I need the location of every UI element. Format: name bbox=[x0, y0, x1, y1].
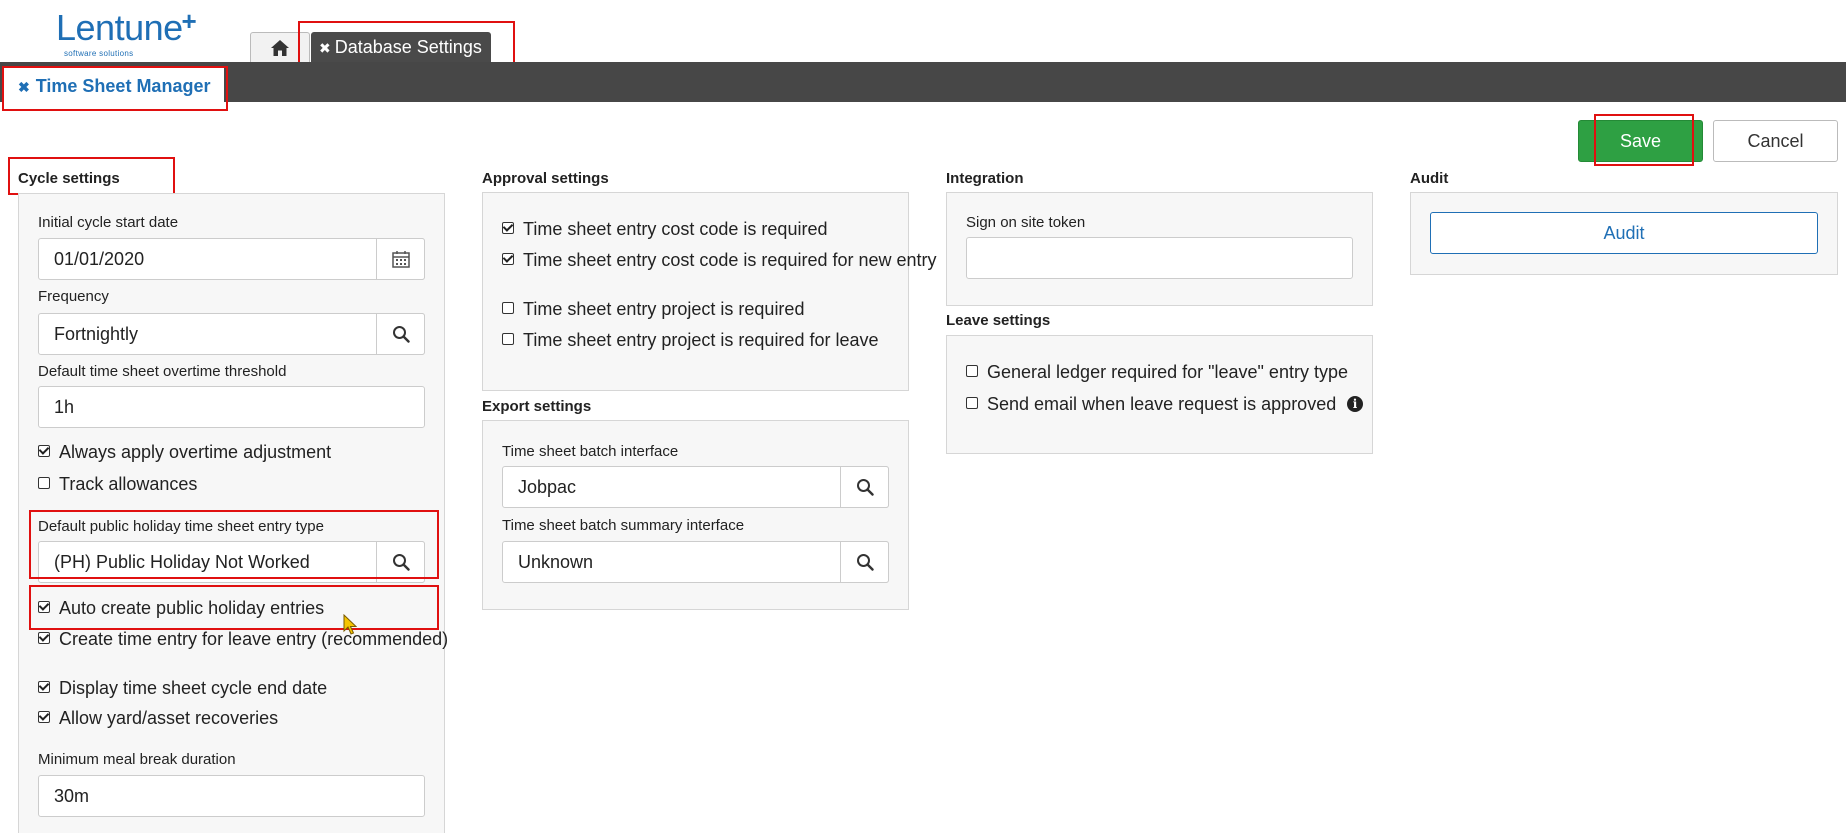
meal-break-value: 30m bbox=[54, 786, 90, 806]
checkbox-checked-icon bbox=[38, 445, 50, 458]
auto-create-checkbox[interactable]: Auto create public holiday entries bbox=[38, 597, 324, 619]
checkbox-checked-icon bbox=[38, 632, 50, 645]
brand-tagline: software solutions bbox=[64, 49, 134, 58]
home-icon bbox=[271, 40, 289, 56]
track-allowances-checkbox[interactable]: Track allowances bbox=[38, 473, 197, 495]
cycle-settings-title: Cycle settings bbox=[18, 170, 120, 187]
close-icon[interactable]: ✖ bbox=[319, 40, 331, 56]
frequency-input[interactable]: Fortnightly bbox=[38, 313, 425, 355]
checkbox-checked-icon bbox=[38, 681, 50, 694]
batch-interface-input[interactable]: Jobpac bbox=[502, 466, 889, 508]
export-settings-title: Export settings bbox=[482, 398, 592, 415]
approval-checkbox-1[interactable]: Time sheet entry cost code is required bbox=[502, 218, 827, 240]
checkbox-empty-icon bbox=[966, 397, 978, 410]
create-time-checkbox[interactable]: Create time entry for leave entry (recom… bbox=[38, 628, 448, 650]
cancel-button[interactable]: Cancel bbox=[1713, 120, 1838, 162]
calendar-icon bbox=[392, 251, 410, 268]
module-title: Time Sheet Manager bbox=[35, 76, 211, 96]
approval-checkbox-2[interactable]: Time sheet entry cost code is required f… bbox=[502, 249, 937, 271]
search-icon bbox=[393, 326, 410, 343]
brand-plus-icon: + bbox=[181, 6, 197, 36]
always-overtime-checkbox[interactable]: Always apply overtime adjustment bbox=[38, 441, 331, 463]
calendar-button[interactable] bbox=[376, 238, 425, 280]
search-icon bbox=[857, 554, 874, 571]
display-end-checkbox[interactable]: Display time sheet cycle end date bbox=[38, 677, 327, 699]
checkbox-empty-icon bbox=[502, 302, 514, 315]
frequency-label: Frequency bbox=[38, 288, 109, 305]
tab-database-settings[interactable]: ✖ Database Settings bbox=[311, 32, 491, 62]
search-icon bbox=[393, 554, 410, 571]
approval-settings-title: Approval settings bbox=[482, 170, 609, 187]
meal-break-input[interactable]: 30m bbox=[38, 775, 425, 817]
leave-settings-title: Leave settings bbox=[946, 312, 1051, 329]
tab-time-sheet-manager[interactable]: ✖ Time Sheet Manager bbox=[4, 66, 224, 108]
start-date-value: 01/01/2020 bbox=[54, 249, 145, 269]
brand-logo: Lentune + software solutions bbox=[56, 6, 197, 58]
checkbox-checked-icon bbox=[38, 711, 50, 724]
gl-required-checkbox[interactable]: General ledger required for "leave" entr… bbox=[966, 361, 1348, 383]
checkbox-checked-icon bbox=[38, 601, 50, 614]
checkbox-empty-icon bbox=[966, 365, 978, 378]
holiday-value: (PH) Public Holiday Not Worked bbox=[54, 552, 310, 572]
holiday-label: Default public holiday time sheet entry … bbox=[38, 518, 324, 535]
home-tab[interactable] bbox=[250, 32, 310, 63]
info-icon[interactable]: i bbox=[1347, 396, 1363, 412]
batch-interface-search-button[interactable] bbox=[840, 466, 889, 508]
mouse-cursor-icon bbox=[343, 614, 357, 635]
top-bar bbox=[0, 62, 1846, 102]
start-date-input[interactable]: 01/01/2020 bbox=[38, 238, 425, 280]
approval-checkbox-4[interactable]: Time sheet entry project is required for… bbox=[502, 329, 879, 351]
frequency-value: Fortnightly bbox=[54, 324, 139, 344]
holiday-search-button[interactable] bbox=[376, 541, 425, 583]
audit-title: Audit bbox=[1410, 170, 1449, 187]
tab-database-settings-label: Database Settings bbox=[334, 37, 482, 57]
frequency-search-button[interactable] bbox=[376, 313, 425, 355]
token-input[interactable] bbox=[966, 237, 1353, 279]
integration-title: Integration bbox=[946, 170, 1024, 187]
approval-checkbox-3[interactable]: Time sheet entry project is required bbox=[502, 298, 804, 320]
overtime-value: 1h bbox=[54, 397, 75, 417]
brand-name: Lentune bbox=[56, 7, 183, 48]
batch-summary-label: Time sheet batch summary interface bbox=[502, 517, 745, 534]
batch-summary-search-button[interactable] bbox=[840, 541, 889, 583]
checkbox-checked-icon bbox=[502, 222, 514, 235]
overtime-label: Default time sheet overtime threshold bbox=[38, 363, 287, 380]
close-icon[interactable]: ✖ bbox=[18, 79, 30, 95]
start-date-label: Initial cycle start date bbox=[38, 214, 179, 231]
batch-summary-input[interactable]: Unknown bbox=[502, 541, 889, 583]
checkbox-empty-icon bbox=[502, 333, 514, 346]
token-label: Sign on site token bbox=[966, 214, 1086, 231]
checkbox-checked-icon bbox=[502, 253, 514, 266]
batch-summary-value: Unknown bbox=[518, 552, 594, 572]
save-button[interactable]: Save bbox=[1578, 120, 1703, 162]
audit-button[interactable]: Audit bbox=[1430, 212, 1818, 254]
batch-interface-value: Jobpac bbox=[518, 477, 577, 497]
allow-yard-checkbox[interactable]: Allow yard/asset recoveries bbox=[38, 707, 278, 729]
send-email-checkbox[interactable]: Send email when leave request is approve… bbox=[966, 393, 1336, 415]
batch-interface-label: Time sheet batch interface bbox=[502, 443, 679, 460]
meal-break-label: Minimum meal break duration bbox=[38, 751, 236, 768]
checkbox-empty-icon bbox=[38, 477, 50, 490]
search-icon bbox=[857, 479, 874, 496]
overtime-input[interactable]: 1h bbox=[38, 386, 425, 428]
holiday-input[interactable]: (PH) Public Holiday Not Worked bbox=[38, 541, 425, 583]
